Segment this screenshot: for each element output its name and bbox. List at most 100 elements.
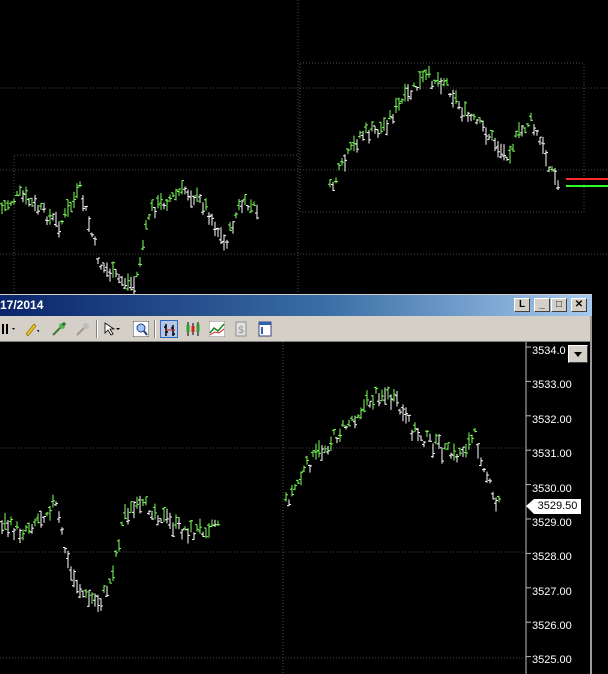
price-bar [228,221,232,232]
price-bar [425,430,429,437]
close-button[interactable]: ✕ [571,298,587,312]
candlestick-icon[interactable] [184,320,202,338]
price-bar [523,127,527,134]
price-bar [0,520,4,534]
price-bar [389,394,393,410]
price-bar [430,80,434,90]
background-chart[interactable] [0,0,608,295]
dollar-icon[interactable]: $ [232,320,250,338]
price-bar [144,220,148,230]
price-bar [403,83,407,102]
price-bar [81,195,85,212]
price-bar [302,465,306,473]
price-bar [102,585,106,593]
pencil-icon[interactable] [22,320,40,338]
price-bar [466,111,470,122]
price-bar [409,90,413,100]
lock-button[interactable]: L [514,298,530,312]
price-tick-label: 3534.0 [532,345,566,357]
price-bar [482,468,486,473]
price-bar [422,440,426,448]
price-bar [93,593,97,607]
price-bar [12,198,16,205]
price-bar [66,550,70,569]
price-bar [60,219,64,225]
price-bar [54,501,58,506]
price-bar [6,200,10,210]
price-bar [401,404,405,422]
price-bar [192,532,196,540]
chart-dropdown-button[interactable] [568,345,588,363]
price-bar [526,123,530,128]
price-bar [386,386,390,400]
price-bar [135,271,139,278]
price-bar [195,187,199,202]
price-bar [162,202,166,210]
price-bar [427,65,431,78]
line-chart-icon[interactable] [208,320,226,338]
properties-icon[interactable] [256,320,274,338]
background-chart-canvas[interactable] [0,0,608,295]
price-bar [201,531,205,538]
price-bar [511,143,515,152]
chart-toolbar: $ [0,316,590,342]
main-chart-canvas[interactable] [0,342,590,674]
price-bar [144,496,148,506]
price-bar [395,390,399,407]
price-bar [352,135,356,152]
price-bar [39,510,43,528]
price-bar [445,78,449,86]
price-bar [3,512,7,530]
price-bar [189,519,193,533]
price-bar [51,213,55,221]
price-bar [397,97,401,111]
magnify-icon[interactable] [132,320,150,338]
price-bar [18,185,22,196]
price-bar [328,179,332,188]
price-bar [451,89,455,108]
zoom-in-icon[interactable] [50,320,68,338]
price-bar [440,447,444,464]
price-bar [207,523,211,538]
price-bar [150,199,154,211]
bar-style-icon[interactable] [0,320,18,338]
price-bar [347,419,351,427]
price-bar [147,510,151,515]
price-bar [57,221,61,238]
price-bar [150,510,154,520]
zoom-out-icon[interactable] [74,320,92,338]
price-bar [138,257,142,267]
price-bar [126,273,130,291]
price-bar [24,186,28,205]
price-bar [463,101,467,117]
price-bar [508,145,512,164]
price-bar [186,528,190,544]
price-bar [340,157,344,166]
price-bar [493,137,497,152]
cursor-icon[interactable] [102,320,120,338]
price-bar [544,150,548,167]
window-title: 17/2014 [0,298,44,312]
maximize-button[interactable]: □ [551,298,567,312]
price-bar [99,598,103,611]
price-bar [494,497,498,512]
price-bar [48,208,52,225]
price-bar [153,206,157,219]
main-chart[interactable] [0,342,590,674]
price-bar [293,484,297,490]
price-bar [517,122,521,138]
chart-window[interactable]: 17/2014 L _ □ ✕ $ 3534.0 3533.00 3532.00… [0,294,592,674]
price-bar [371,395,375,410]
price-bar [108,578,112,584]
window-titlebar[interactable]: 17/2014 L _ □ ✕ [0,294,592,316]
price-bar [365,390,369,406]
price-bar [467,432,471,450]
price-bar [72,191,76,209]
price-bar [431,443,435,458]
price-bar [484,127,488,145]
price-tick-label: 3530.00 [532,483,572,495]
bar-chart-type-icon[interactable] [160,320,178,338]
minimize-button[interactable]: _ [534,298,550,312]
price-bar [367,129,371,144]
price-bar [410,429,414,441]
